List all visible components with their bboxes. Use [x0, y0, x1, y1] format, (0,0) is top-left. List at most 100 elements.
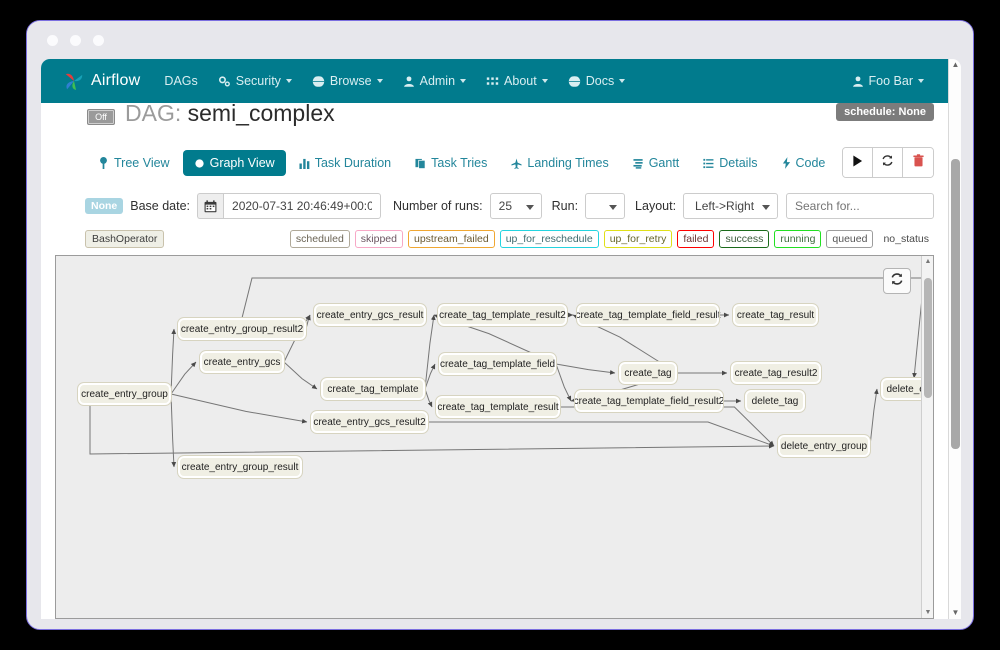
graph-edge: [560, 406, 775, 447]
graph-node-create-tag-template-field-result[interactable]: create_tag_template_field_result: [575, 303, 721, 327]
chevron-down-icon: [918, 79, 924, 83]
page-scrollbar[interactable]: ▲ ▼: [948, 59, 961, 619]
nav-item-user[interactable]: Foo Bar: [842, 59, 934, 103]
tab-label-details: Details: [719, 156, 758, 170]
graph-node-label: delete_tag: [751, 395, 799, 407]
status-legend-up-for-retry: up_for_retry: [603, 230, 673, 248]
trigger-dag-button[interactable]: [843, 148, 873, 177]
status-legend-success: success: [719, 230, 770, 248]
run-select[interactable]: [585, 193, 626, 219]
number-of-runs-select[interactable]: 25: [489, 193, 542, 219]
dag-status-badge: None: [85, 198, 124, 214]
graph-edge: [283, 361, 318, 390]
graph-node-create-tag-result[interactable]: create_tag_result: [732, 303, 819, 327]
base-date-group: [197, 193, 382, 219]
plane-icon: [511, 157, 522, 169]
nav-item-browse[interactable]: Browse: [302, 59, 393, 103]
layout-value: Left->Right: [695, 199, 755, 213]
nav-item-about[interactable]: About: [476, 59, 558, 103]
graph-node-create-entry-gcs-result[interactable]: create_entry_gcs_result: [313, 303, 427, 327]
globe-icon: [567, 74, 581, 88]
graph-node-label: create_tag_template_result2: [439, 309, 566, 321]
nav-item-dags[interactable]: DAGs: [154, 59, 207, 103]
refresh-icon: [890, 272, 904, 291]
trash-icon: [912, 153, 924, 172]
status-legend-queued: queued: [826, 230, 874, 248]
list-icon: [703, 158, 714, 169]
graph-edge: [89, 405, 775, 455]
graph-node-create-entry-gcs[interactable]: create_entry_gcs: [199, 350, 285, 374]
gears-icon: [218, 75, 231, 88]
graph-scrollbar[interactable]: ▲ ▼: [921, 256, 933, 618]
tab-landing-times[interactable]: Landing Times: [500, 150, 619, 176]
calendar-icon[interactable]: [197, 193, 224, 219]
play-icon: [852, 154, 863, 172]
chevron-down-icon[interactable]: ▼: [922, 607, 933, 618]
tab-label-task-tries: Task Tries: [431, 156, 488, 170]
tab-task-duration[interactable]: Task Duration: [288, 150, 402, 176]
status-legend-upstream-failed: upstream_failed: [408, 230, 495, 248]
search-input[interactable]: [786, 193, 934, 219]
chevron-down-icon: [619, 79, 626, 83]
window-dot-close[interactable]: [47, 35, 58, 46]
status-legend: scheduled skipped upstream_failed up_for…: [285, 230, 934, 248]
tab-code[interactable]: Code: [771, 150, 837, 176]
graph-node-create-tag-template-field[interactable]: create_tag_template_field: [438, 352, 557, 376]
page-content: Airflow DAGs Security Browse Admin About…: [41, 59, 948, 619]
graph-node-create-tag-result2[interactable]: create_tag_result2: [730, 361, 822, 385]
status-legend-skipped: skipped: [354, 230, 403, 248]
nav-user-menu[interactable]: Foo Bar: [842, 59, 934, 103]
filter-bar: None Base date: Number of runs: 25 Run:: [41, 185, 948, 227]
graph-node-create-entry-group-result[interactable]: create_entry_group_result: [177, 455, 303, 479]
tab-gantt[interactable]: Gantt: [622, 150, 691, 176]
tab-details[interactable]: Details: [692, 150, 768, 176]
window-dot-minimize[interactable]: [70, 35, 81, 46]
chevron-up-icon[interactable]: ▲: [949, 59, 961, 71]
dag-pause-toggle[interactable]: Off: [87, 109, 115, 125]
graph-node-create-tag-template-field-result2[interactable]: create_tag_template_field_result2: [574, 389, 724, 413]
chevron-down-icon[interactable]: ▼: [949, 607, 961, 619]
graph-node-create-entry-group[interactable]: create_entry_group: [77, 382, 172, 406]
refresh-icon: [881, 154, 894, 172]
graph-node-create-entry-group-result2[interactable]: create_entry_group_result2: [177, 317, 307, 341]
dag-action-buttons: [842, 147, 934, 178]
tab-tree-view[interactable]: Tree View: [87, 150, 181, 176]
chevron-down-icon: [525, 205, 534, 210]
graph-node-create-tag[interactable]: create_tag: [618, 361, 678, 385]
status-legend-failed: failed: [677, 230, 715, 248]
graph-refresh-button[interactable]: [883, 268, 911, 294]
graph-node-create-tag-template[interactable]: create_tag_template: [320, 377, 426, 401]
number-of-runs-value: 25: [498, 199, 512, 213]
graph-node-label: create_tag_template_field_result: [575, 309, 721, 321]
tab-graph-view[interactable]: Graph View: [182, 150, 286, 176]
page-title: DAG: semi_complex: [125, 100, 335, 127]
dag-graph-panel[interactable]: create_entry_group create_entry_group_res…: [55, 255, 934, 619]
graph-node-create-tag-template-result2[interactable]: create_tag_template_result2: [437, 303, 568, 327]
nav-item-docs[interactable]: Docs: [558, 59, 635, 103]
graph-node-create-entry-gcs-result2[interactable]: create_entry_gcs_result2: [310, 410, 429, 434]
graph-node-label: create_entry_group: [81, 388, 168, 400]
pages-icon: [415, 158, 426, 169]
chevron-up-icon[interactable]: ▲: [922, 256, 933, 267]
page-scrollbar-thumb[interactable]: [951, 159, 960, 449]
nav-item-security[interactable]: Security: [208, 59, 302, 103]
graph-node-delete-tag[interactable]: delete_tag: [744, 389, 806, 413]
tab-label-graph-view: Graph View: [209, 156, 275, 170]
layout-select[interactable]: Left->Right: [683, 193, 779, 219]
graph-node-delete-entry-group[interactable]: delete_entry_group: [777, 434, 871, 458]
main-navbar: Airflow DAGs Security Browse Admin About…: [41, 59, 948, 103]
graph-edge: [428, 421, 775, 447]
graph-node-create-tag-template-result[interactable]: create_tag_template_result: [435, 395, 561, 419]
window-dot-maximize[interactable]: [93, 35, 104, 46]
nav-item-admin[interactable]: Admin: [393, 59, 476, 103]
graph-edge: [170, 361, 197, 395]
operator-legend-bashoperator: BashOperator: [85, 230, 165, 248]
tab-task-tries[interactable]: Task Tries: [404, 150, 498, 176]
status-legend-running: running: [774, 230, 822, 248]
graph-canvas[interactable]: create_entry_group create_entry_group_res…: [56, 256, 933, 618]
airflow-brand[interactable]: Airflow: [63, 70, 140, 92]
base-date-input[interactable]: [223, 193, 382, 219]
graph-scrollbar-thumb[interactable]: [924, 278, 932, 398]
delete-dag-button[interactable]: [903, 148, 933, 177]
refresh-button[interactable]: [873, 148, 903, 177]
